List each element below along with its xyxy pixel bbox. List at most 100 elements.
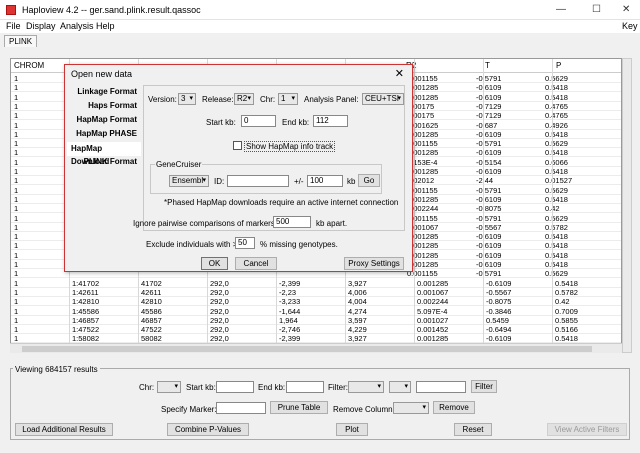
- format-linkage[interactable]: Linkage Format: [77, 87, 137, 96]
- plot-button[interactable]: Plot: [336, 423, 368, 436]
- go-button[interactable]: Go: [358, 174, 380, 187]
- ensembl-select[interactable]: Ensembl ▾: [169, 175, 209, 187]
- show-info-track-checkbox[interactable]: [233, 141, 242, 150]
- close-window-button[interactable]: ✕: [622, 4, 630, 15]
- remove-column-select[interactable]: ▾: [393, 402, 429, 414]
- table-cell: 1:41702: [72, 278, 100, 288]
- ignore-pairwise-input[interactable]: 500: [273, 216, 311, 228]
- reset-button[interactable]: Reset: [454, 423, 492, 436]
- table-cell: 1: [14, 260, 19, 269]
- format-haps[interactable]: Haps Format: [88, 101, 137, 110]
- filter-column-select[interactable]: ▾: [348, 381, 384, 393]
- table-cell: -2,23: [279, 287, 297, 297]
- table-cell: 292,0: [210, 297, 229, 307]
- table-cell: -0.6109: [476, 83, 502, 93]
- table-row[interactable]: 1 1:45586 45586 292,0 -1,644 4,274 5.097E-4 -0.…: [11, 306, 621, 316]
- table-cell: -0.6109: [476, 260, 502, 269]
- menu-display[interactable]: Display: [26, 21, 56, 31]
- remove-button[interactable]: Remove: [433, 401, 475, 414]
- start-kb-input[interactable]: 0: [241, 115, 276, 127]
- scrollbar-thumb[interactable]: [22, 346, 592, 352]
- column-header[interactable]: P: [556, 61, 561, 70]
- ok-button[interactable]: OK: [201, 257, 228, 270]
- analysis-panel-select[interactable]: CEU+TSI ▾: [362, 93, 404, 105]
- format-plink[interactable]: PLINK Format: [84, 157, 137, 166]
- filter-button[interactable]: Filter: [471, 380, 497, 393]
- format-hapmap-phase[interactable]: HapMap PHASE: [76, 129, 137, 138]
- table-cell: 4,006: [348, 287, 367, 297]
- format-hapmap-download[interactable]: HapMap Download: [67, 142, 141, 166]
- ignore-pairwise-unit: kb apart.: [316, 219, 348, 228]
- table-cell: 0.4765: [545, 101, 568, 111]
- table-cell: 0.5418: [545, 129, 568, 139]
- specify-marker-input[interactable]: [216, 402, 266, 414]
- table-cell: 0.5418: [545, 260, 568, 269]
- table-cell: -0.5791: [476, 269, 502, 279]
- table-row[interactable]: 1 1:41702 41702 292,0 -2,399 3,927 0.001285 -0.…: [11, 278, 621, 288]
- load-additional-results-button[interactable]: Load Additional Results: [15, 423, 113, 436]
- filter-value-input[interactable]: [416, 381, 466, 393]
- table-row[interactable]: 1 1:47522 47522 292,0 -2,746 4,229 0.001452 -0.…: [11, 325, 621, 335]
- menu-key[interactable]: Key: [622, 21, 638, 31]
- table-cell: 1: [14, 306, 19, 316]
- menu-help[interactable]: Help: [96, 21, 115, 31]
- table-cell: 46857: [141, 315, 162, 325]
- close-icon[interactable]: ✕: [395, 67, 404, 80]
- table-cell: 0.001027: [417, 315, 449, 325]
- plus-minus-input[interactable]: 100: [307, 175, 343, 187]
- internet-note: *Phased HapMap downloads require an acti…: [164, 198, 399, 207]
- prune-table-button[interactable]: Prune Table: [270, 401, 328, 414]
- table-row[interactable]: 1 1:42611 42611 292,0 -2,23 4,006 0.001067 -0.5…: [11, 287, 621, 297]
- table-cell: 0.001067: [417, 287, 449, 297]
- column-header[interactable]: T: [485, 61, 490, 70]
- table-cell: 0.01527: [545, 176, 573, 186]
- cancel-button[interactable]: Cancel: [235, 257, 277, 270]
- tab-plink[interactable]: PLINK: [4, 35, 38, 47]
- exclude-individuals-unit: % missing genotypes.: [260, 240, 338, 249]
- title-bar: Haploview 4.2 -- ger.sand.plink.result.q…: [0, 0, 640, 20]
- combine-p-values-button[interactable]: Combine P-Values: [167, 423, 249, 436]
- version-select[interactable]: 3 ▾: [178, 93, 196, 105]
- table-cell: -2,399: [279, 278, 301, 288]
- table-cell: -0.5791: [476, 185, 502, 195]
- table-cell: 292,0: [210, 306, 229, 316]
- view-active-filters-button[interactable]: View Active Filters: [547, 423, 627, 436]
- column-header[interactable]: CHROM: [14, 61, 44, 70]
- table-row[interactable]: 1 1:46857 46857 292,0 1,964 3,597 0.001027 0.54…: [11, 315, 621, 325]
- open-new-data-dialog: Open new data ✕ Linkage Format Haps Form…: [64, 64, 413, 272]
- minimize-button[interactable]: —: [556, 4, 566, 15]
- end-kb-filter-label: End kb:: [258, 383, 286, 392]
- filter-operator-select[interactable]: ▾: [389, 381, 411, 393]
- maximize-button[interactable]: ☐: [592, 4, 601, 15]
- vertical-scrollbar[interactable]: [622, 58, 632, 353]
- show-info-track-label[interactable]: Show HapMap info track: [244, 141, 336, 152]
- chr-filter-select[interactable]: ▾: [157, 381, 181, 393]
- proxy-settings-button[interactable]: Proxy Settings: [344, 257, 404, 270]
- exclude-individuals-input[interactable]: 50: [235, 237, 255, 249]
- end-kb-filter-input[interactable]: [286, 381, 324, 393]
- table-row[interactable]: 1 1:42810 42810 292,0 -3,233 4,004 0.002244 -0.…: [11, 297, 621, 307]
- table-cell: 1: [14, 157, 19, 167]
- table-cell: -0.6109: [476, 167, 502, 176]
- table-cell: 0.4926: [545, 120, 568, 130]
- genecruiser-group: GeneCruiser Ensembl ▾ ID: +/- 100 kb Go: [150, 160, 382, 194]
- release-select[interactable]: R2 ▾: [234, 93, 254, 105]
- table-cell: 1:45586: [72, 306, 100, 316]
- menu-analysis[interactable]: Analysis: [60, 21, 94, 31]
- table-cell: 1: [14, 194, 19, 204]
- start-kb-filter-input[interactable]: [216, 381, 254, 393]
- table-cell: -0.6109: [486, 278, 512, 288]
- table-cell: 47522: [141, 325, 162, 335]
- table-cell: -0.687: [476, 120, 498, 130]
- table-cell: -0.5567: [476, 222, 502, 232]
- menu-file[interactable]: File: [6, 21, 21, 31]
- format-hapmap[interactable]: HapMap Format: [77, 115, 137, 124]
- end-kb-input[interactable]: 112: [313, 115, 348, 127]
- remove-column-label: Remove Column:: [333, 405, 395, 414]
- viewing-count: Viewing 684157 results: [13, 365, 100, 374]
- chr-select[interactable]: 1 ▾: [278, 93, 298, 105]
- table-cell: 0.5418: [545, 232, 568, 242]
- table-cell: -0.7129: [476, 101, 502, 111]
- horizontal-scrollbar[interactable]: [10, 343, 622, 353]
- gene-id-input[interactable]: [227, 175, 289, 187]
